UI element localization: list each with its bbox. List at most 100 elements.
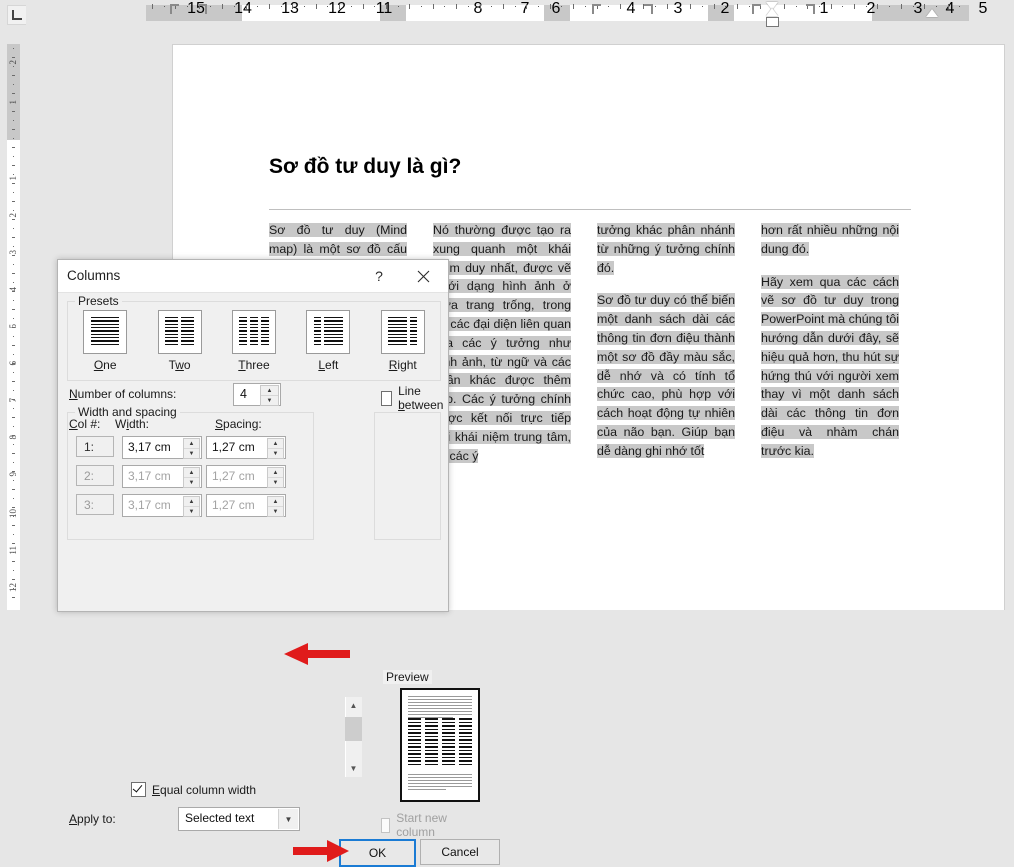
- spacing-stepper-1[interactable]: ▲▼: [267, 438, 284, 459]
- ruler-column-marker[interactable]: [170, 4, 179, 14]
- document-paragraph: Nó thường được tạo ra xung quanh một khá…: [433, 221, 571, 465]
- stepper-up-icon[interactable]: ▲: [268, 439, 283, 448]
- width-stepper-1[interactable]: ▲▼: [183, 438, 200, 459]
- stepper-down-icon[interactable]: ▼: [261, 396, 278, 405]
- preview-line: [408, 783, 472, 784]
- preset-one[interactable]: One: [73, 310, 137, 372]
- spacing-input-1[interactable]: 1,27 cm▲▼: [206, 436, 286, 459]
- ruler-tick: [363, 4, 364, 9]
- ruler-column-marker[interactable]: [806, 4, 815, 14]
- stepper-down-icon[interactable]: ▼: [268, 449, 283, 458]
- ruler-number: 3: [914, 2, 923, 15]
- ruler-tick: [515, 6, 516, 7]
- ruler-number: 14: [234, 2, 252, 15]
- ruler-tick: [655, 6, 656, 7]
- document-column-4[interactable]: hơn rất nhiều những nội dung đó.Hãy xem …: [761, 221, 899, 521]
- columns-list-scrollbar[interactable]: ▲ ▼: [345, 697, 362, 777]
- vruler-tick: [13, 102, 14, 103]
- column-number-1: 1:: [76, 436, 114, 457]
- ruler-number: 4: [627, 2, 636, 15]
- stepper-up-icon[interactable]: ▲: [268, 497, 283, 506]
- vruler-tick: [12, 597, 15, 598]
- spacing-value-3: 1,27 cm: [212, 498, 255, 512]
- ruler-tick: [819, 6, 820, 7]
- help-icon[interactable]: ?: [366, 265, 392, 287]
- apply-to-select[interactable]: Selected text ▼: [178, 807, 300, 831]
- ruler-tick: [210, 6, 211, 7]
- annotation-arrow-ok: [293, 840, 349, 862]
- ruler-tick: [526, 4, 527, 9]
- ok-button[interactable]: OK: [339, 839, 416, 867]
- preview-column: [408, 718, 421, 767]
- start-new-column-row: Start new column: [381, 811, 448, 839]
- preview-bottom-lines: [408, 774, 472, 792]
- scroll-up-icon[interactable]: ▲: [345, 697, 362, 714]
- preset-one-label: One: [94, 358, 117, 372]
- line-between-checkbox[interactable]: [381, 391, 392, 406]
- ruler-column-marker[interactable]: [198, 4, 207, 14]
- chevron-down-icon[interactable]: ▼: [278, 809, 298, 829]
- numcols-accel: N: [69, 387, 78, 401]
- ruler-column-marker[interactable]: [752, 4, 761, 14]
- equal-column-width-row[interactable]: Equal column width: [131, 782, 256, 797]
- stepper-down-icon[interactable]: ▼: [268, 478, 283, 487]
- ruler-tick: [667, 4, 668, 9]
- stepper-up-icon[interactable]: ▲: [184, 468, 199, 477]
- preset-three[interactable]: Three: [222, 310, 286, 372]
- ruler-tick: [690, 4, 691, 9]
- preset-two-label: Two: [169, 358, 191, 372]
- stepper-up-icon[interactable]: ▲: [184, 439, 199, 448]
- document-column-2[interactable]: Nó thường được tạo ra xung quanh một khá…: [433, 221, 571, 521]
- close-icon[interactable]: [406, 265, 440, 287]
- horizontal-ruler[interactable]: 151413121187643212345: [26, 0, 1014, 28]
- spacing-stepper-2: ▲▼: [267, 467, 284, 488]
- apply-to-value: Selected text: [185, 811, 254, 825]
- vruler-tick: [12, 75, 15, 76]
- line-between-label: Line between: [398, 384, 448, 412]
- ruler-tick: [573, 4, 574, 9]
- line-between-row[interactable]: Line between: [381, 384, 448, 412]
- number-of-columns-stepper[interactable]: ▲ ▼: [260, 385, 279, 406]
- number-of-columns-input[interactable]: 4 ▲ ▼: [233, 383, 281, 406]
- stepper-up-icon[interactable]: ▲: [261, 386, 278, 395]
- cancel-button[interactable]: Cancel: [420, 839, 500, 865]
- preset-two[interactable]: Two: [148, 310, 212, 372]
- ruler-column-marker[interactable]: [644, 4, 653, 14]
- vruler-tick: [13, 462, 14, 463]
- ruler-number: 7: [521, 2, 530, 15]
- spacing-input-2: 1,27 cm▲▼: [206, 465, 286, 488]
- stepper-down-icon[interactable]: ▼: [184, 449, 199, 458]
- ruler-column-marker[interactable]: [592, 4, 601, 14]
- ruler-tick: [842, 6, 843, 7]
- document-column-3[interactable]: tưởng khác phân nhánh từ những ý tưởng c…: [597, 221, 735, 521]
- ruler-tick: [538, 6, 539, 7]
- dialog-titlebar[interactable]: Columns ?: [58, 260, 448, 293]
- stepper-down-icon[interactable]: ▼: [268, 507, 283, 516]
- width-input-1[interactable]: 3,17 cm▲▼: [122, 436, 202, 459]
- preset-left[interactable]: Left: [296, 310, 360, 372]
- stepper-down-icon[interactable]: ▼: [184, 507, 199, 516]
- columns-dialog[interactable]: Columns ? Presets OneTwoThreeLeftRight N…: [57, 259, 449, 612]
- vruler-tick: [12, 273, 15, 274]
- equal-column-width-checkbox[interactable]: [131, 782, 146, 797]
- tab-stop-selector-button[interactable]: [7, 5, 27, 25]
- vertical-ruler[interactable]: 21123456789101112: [0, 28, 26, 610]
- preview-line: [408, 777, 472, 778]
- ruler-number: 11: [376, 2, 393, 15]
- ruler-tick: [924, 4, 925, 9]
- preset-right[interactable]: Right: [371, 310, 435, 372]
- apply-to-label: Apply to:: [69, 812, 116, 826]
- document-paragraph: Hãy xem qua các cách vẽ sơ đồ tư duy tro…: [761, 273, 899, 461]
- stepper-down-icon[interactable]: ▼: [184, 478, 199, 487]
- document-paragraph: Sơ đồ tư duy có thể biến một danh sách d…: [597, 291, 735, 460]
- vruler-tick: [13, 138, 14, 139]
- right-indent-marker[interactable]: [926, 9, 938, 17]
- scrollbar-thumb[interactable]: [345, 717, 362, 741]
- left-indent-marker[interactable]: [766, 17, 779, 27]
- stepper-up-icon[interactable]: ▲: [184, 497, 199, 506]
- title-divider: [269, 209, 911, 210]
- stepper-up-icon[interactable]: ▲: [268, 468, 283, 477]
- scroll-down-icon[interactable]: ▼: [345, 760, 362, 777]
- hanging-indent-marker[interactable]: [766, 8, 778, 16]
- ruler-tick: [737, 4, 738, 9]
